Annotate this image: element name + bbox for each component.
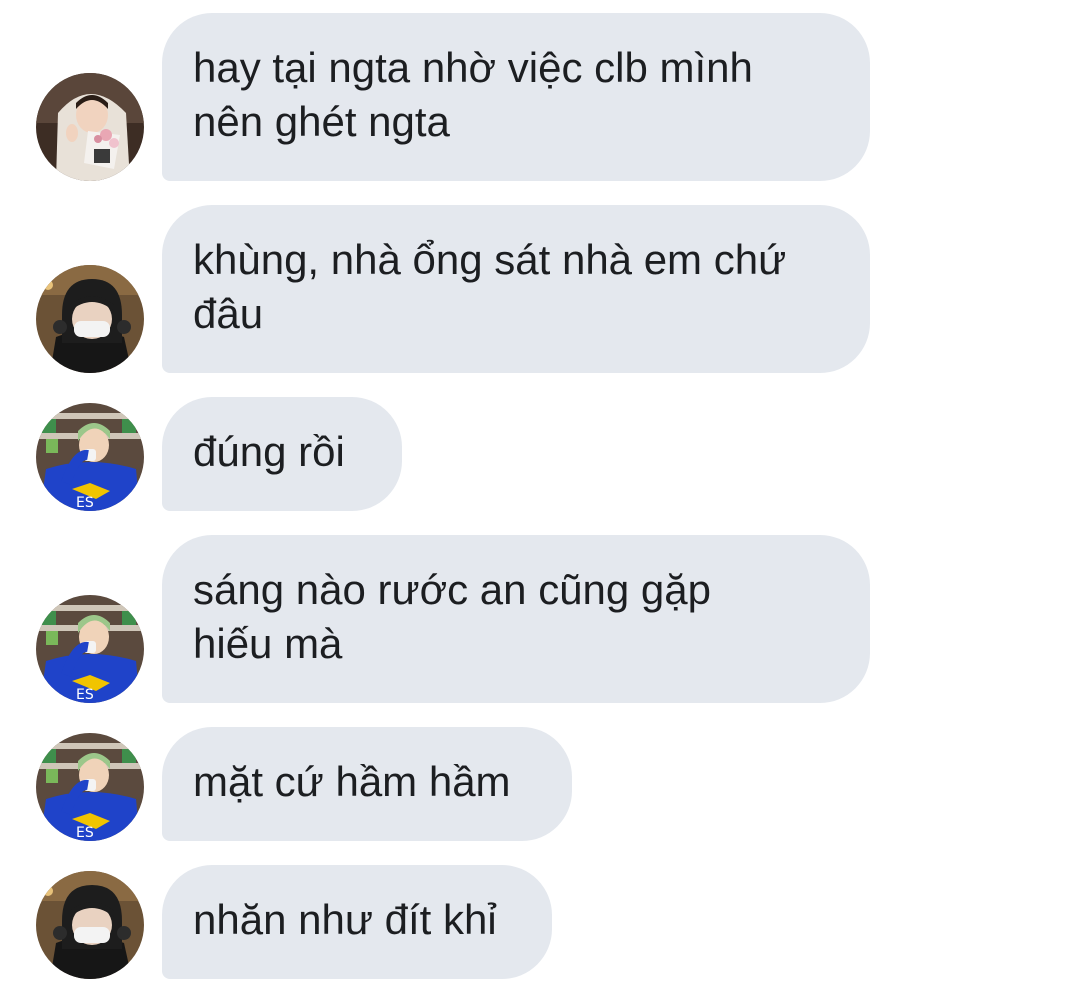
person-black-cap-mask-avatar[interactable]	[36, 265, 144, 373]
svg-text:ES: ES	[76, 825, 94, 841]
message-bubble[interactable]: mặt cứ hầm hầm	[162, 727, 572, 841]
message-bubble[interactable]: nhăn như đít khỉ	[162, 865, 552, 979]
message-text: đúng rồi	[193, 428, 345, 475]
message-bubble[interactable]: sáng nào rước an cũng gặp hiếu mà	[162, 535, 870, 703]
message-text: hay tại ngta nhờ việc clb mình	[193, 44, 753, 91]
person-blue-jacket-avatar[interactable]: ES	[36, 595, 144, 703]
person-hoodie-flowers-avatar[interactable]	[36, 73, 144, 181]
person-blue-jacket-avatar[interactable]: ES	[36, 403, 144, 511]
chat-thread: hay tại ngta nhờ việc clb mình nên ghét …	[0, 0, 1080, 993]
message-text: hiếu mà	[193, 620, 343, 667]
message-text: khùng, nhà ổng sát nhà em chứ	[193, 236, 787, 283]
message-text: mặt cứ hầm hầm	[193, 758, 511, 805]
svg-text:ES: ES	[76, 687, 94, 703]
message-text: nên ghét ngta	[193, 98, 450, 145]
message-text: đâu	[193, 290, 264, 337]
person-blue-jacket-avatar[interactable]: ES	[36, 733, 144, 841]
message-bubble[interactable]: hay tại ngta nhờ việc clb mình nên ghét …	[162, 13, 870, 181]
message-bubble[interactable]: đúng rồi	[162, 397, 402, 511]
message-text: sáng nào rước an cũng gặp	[193, 566, 712, 613]
message-bubble[interactable]: khùng, nhà ổng sát nhà em chứ đâu	[162, 205, 870, 373]
message-text: nhăn như đít khỉ	[193, 896, 497, 943]
svg-text:ES: ES	[76, 495, 94, 511]
person-black-cap-mask-avatar[interactable]	[36, 871, 144, 979]
